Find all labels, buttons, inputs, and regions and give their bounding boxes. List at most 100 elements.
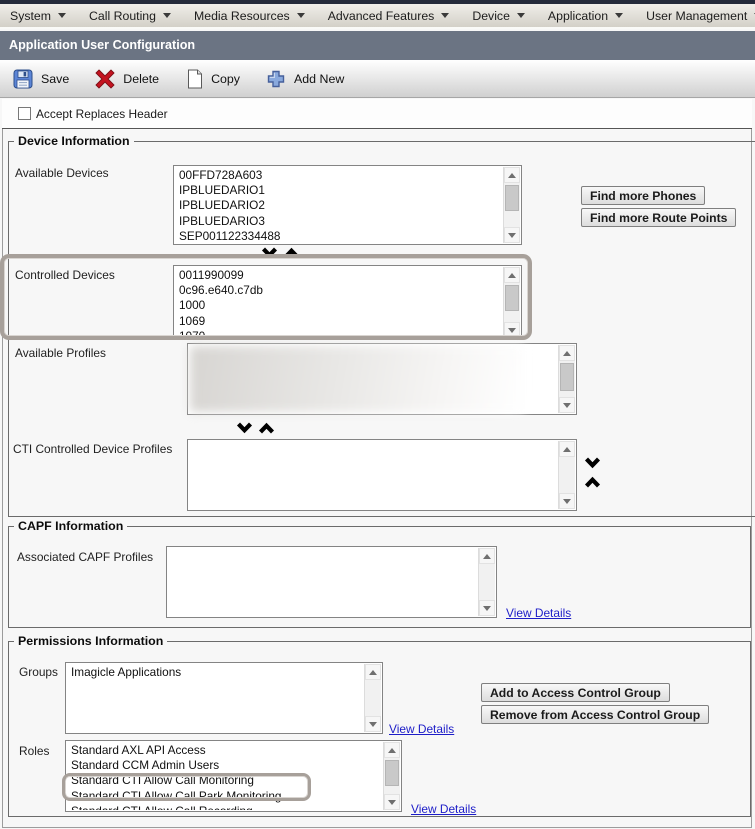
save-button[interactable]: Save (13, 69, 69, 89)
add-new-button[interactable]: Add New (266, 69, 344, 89)
menu-device[interactable]: Device (472, 9, 525, 23)
available-devices-label: Available Devices (15, 166, 109, 180)
copy-label: Copy (211, 72, 240, 86)
scrollbar[interactable] (503, 167, 520, 243)
move-down-icon[interactable] (584, 457, 601, 469)
move-up-icon[interactable] (258, 422, 275, 434)
list-item[interactable]: Imagicle Applications (71, 665, 363, 680)
groups-label: Groups (19, 665, 58, 679)
chevron-down-icon (615, 13, 623, 18)
chevron-down-icon (441, 13, 449, 18)
list-item[interactable]: IPBLUEDARIO1 (179, 183, 502, 198)
scroll-up-icon[interactable] (559, 441, 575, 457)
scroll-up-icon[interactable] (384, 742, 400, 758)
find-more-phones-button[interactable]: Find more Phones (581, 186, 705, 205)
action-toolbar: Save Delete Copy Add New (0, 60, 755, 98)
capf-information-legend: CAPF Information (14, 519, 127, 533)
scrollbar-thumb[interactable] (560, 363, 574, 391)
scrollbar-thumb[interactable] (505, 185, 519, 211)
scrollbar[interactable] (478, 548, 495, 616)
available-profiles-label: Available Profiles (15, 346, 106, 360)
chevron-down-icon (517, 13, 525, 18)
profile-move-arrows (236, 422, 275, 434)
menu-label: System (10, 9, 51, 23)
scrollbar-thumb[interactable] (385, 760, 399, 786)
capf-view-details-link[interactable]: View Details (506, 606, 571, 620)
list-item[interactable]: Standard AXL API Access (71, 743, 382, 758)
menu-user-management[interactable]: User Management (646, 9, 755, 23)
groups-listbox[interactable]: Imagicle Applications (65, 662, 383, 734)
delete-button[interactable]: Delete (95, 69, 159, 89)
menu-advanced-features[interactable]: Advanced Features (328, 9, 450, 23)
scroll-down-icon[interactable] (559, 493, 575, 509)
menu-label: Advanced Features (328, 9, 435, 23)
menu-label: Media Resources (194, 9, 290, 23)
highlight-annotation-role (62, 773, 311, 801)
menu-label: Device (472, 9, 510, 23)
scroll-down-icon[interactable] (504, 227, 520, 243)
menu-label: Call Routing (89, 9, 156, 23)
scrollbar[interactable] (364, 664, 381, 732)
scroll-up-icon[interactable] (504, 167, 520, 183)
available-devices-listbox[interactable]: 00FFD728A603 IPBLUEDARIO1 IPBLUEDARIO2 I… (173, 165, 522, 245)
device-information-legend: Device Information (14, 134, 134, 148)
groups-items: Imagicle Applications (67, 664, 363, 732)
scroll-up-icon[interactable] (559, 345, 575, 361)
list-item[interactable]: IPBLUEDARIO3 (179, 214, 502, 229)
cti-profile-move-arrows (584, 457, 601, 488)
move-down-icon[interactable] (236, 422, 253, 434)
scroll-down-icon[interactable] (559, 397, 575, 413)
cti-controlled-device-profiles-listbox[interactable] (187, 439, 577, 511)
menu-label: User Management (646, 9, 747, 23)
redacted-content (190, 346, 525, 412)
scroll-up-icon[interactable] (479, 548, 495, 564)
scroll-down-icon[interactable] (365, 716, 381, 732)
list-item[interactable]: 00FFD728A603 (179, 168, 502, 183)
accept-replaces-header-label: Accept Replaces Header (36, 107, 168, 121)
chevron-down-icon (297, 13, 305, 18)
available-profiles-listbox[interactable] (187, 343, 577, 415)
content-area: Accept Replaces Header Device Informatio… (0, 99, 755, 829)
add-to-access-control-group-button[interactable]: Add to Access Control Group (481, 683, 670, 702)
list-item[interactable]: Standard CTI Allow Call Recording (71, 804, 382, 810)
permissions-information-legend: Permissions Information (14, 634, 167, 648)
list-item[interactable]: SEP001122334488 (179, 229, 502, 243)
delete-label: Delete (123, 72, 159, 86)
menu-media-resources[interactable]: Media Resources (194, 9, 305, 23)
menu-call-routing[interactable]: Call Routing (89, 9, 171, 23)
roles-label: Roles (19, 744, 49, 758)
accept-replaces-header-checkbox[interactable] (18, 107, 31, 120)
remove-from-access-control-group-button[interactable]: Remove from Access Control Group (481, 705, 709, 724)
find-more-route-points-button[interactable]: Find more Route Points (581, 208, 736, 227)
scroll-down-icon[interactable] (384, 794, 400, 810)
list-item[interactable]: IPBLUEDARIO2 (179, 198, 502, 213)
scrollbar[interactable] (558, 345, 575, 413)
chevron-down-icon (58, 13, 66, 18)
move-up-icon[interactable] (584, 476, 601, 488)
application-user-configuration-page: System Call Routing Media Resources Adva… (0, 0, 755, 829)
page-title: Application User Configuration (0, 31, 755, 60)
scrollbar[interactable] (558, 441, 575, 509)
list-item[interactable]: Standard CCM Admin Users (71, 758, 382, 773)
associated-capf-profiles-label: Associated CAPF Profiles (17, 550, 153, 564)
cti-controlled-device-profiles-label: CTI Controlled Device Profiles (13, 442, 172, 456)
menu-application[interactable]: Application (548, 9, 623, 23)
accept-replaces-header-section: Accept Replaces Header (2, 99, 752, 129)
save-label: Save (41, 72, 69, 86)
scroll-down-icon[interactable] (479, 600, 495, 616)
copy-icon (185, 69, 203, 89)
highlight-annotation-controlled-devices (0, 254, 532, 340)
copy-button[interactable]: Copy (185, 69, 240, 89)
groups-view-details-link[interactable]: View Details (389, 722, 454, 736)
chevron-down-icon (163, 13, 171, 18)
add-new-label: Add New (294, 72, 344, 86)
save-icon (13, 69, 33, 89)
scroll-up-icon[interactable] (365, 664, 381, 680)
associated-capf-profiles-listbox[interactable] (166, 546, 497, 618)
available-devices-items: 00FFD728A603 IPBLUEDARIO1 IPBLUEDARIO2 I… (175, 167, 502, 243)
add-icon (266, 69, 286, 89)
roles-view-details-link[interactable]: View Details (411, 802, 476, 816)
menu-system[interactable]: System (10, 9, 66, 23)
scrollbar[interactable] (383, 742, 400, 810)
main-menu-bar: System Call Routing Media Resources Adva… (0, 4, 755, 29)
